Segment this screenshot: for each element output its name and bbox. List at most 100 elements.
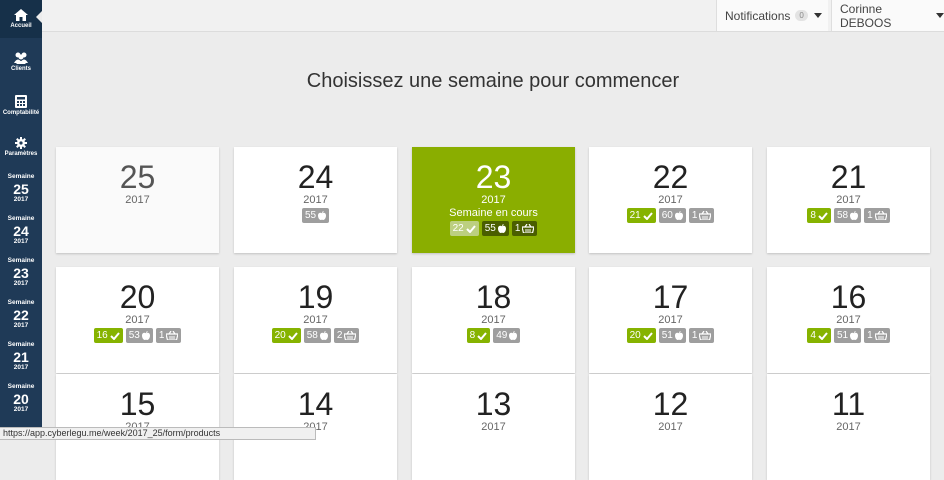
- week-badges: 22 55 1: [412, 221, 575, 236]
- week-card-16[interactable]: 16 2017 4 51 1: [767, 267, 930, 373]
- check-icon: [643, 211, 653, 220]
- baskets-badge: 1: [864, 208, 890, 223]
- sidebar-item-parametres[interactable]: Paramètres: [0, 137, 42, 157]
- basket-icon: [699, 211, 712, 220]
- baskets-badge-count: 1: [514, 223, 521, 234]
- sidebar-item-label: Clients: [10, 66, 31, 72]
- week-year: 2017: [836, 194, 861, 206]
- products-badge: 60: [658, 208, 686, 223]
- products-badge-count: 51: [661, 330, 673, 341]
- week-card-13[interactable]: 13 2017: [412, 374, 575, 480]
- week-year: 2017: [481, 421, 506, 433]
- sidebar-week-22[interactable]: Semaine 22 2017: [0, 299, 42, 329]
- check-icon: [643, 331, 653, 340]
- week-number: 23: [13, 264, 29, 281]
- week-year: 2017: [481, 194, 506, 206]
- week-number: 22: [652, 159, 689, 195]
- week-card-11[interactable]: 11 2017: [767, 374, 930, 480]
- baskets-badge-count: 1: [691, 210, 698, 221]
- sidebar-item-comptabilite[interactable]: Comptabilité: [0, 95, 42, 116]
- baskets-badge-count: 2: [336, 330, 343, 341]
- week-year: 2017: [658, 194, 683, 206]
- week-year: 2017: [13, 195, 29, 203]
- week-card-21[interactable]: 21 2017 8 58 1: [767, 147, 930, 253]
- week-label: Semaine: [7, 383, 35, 390]
- validated-badge: 4: [807, 328, 831, 343]
- basket-icon: [699, 331, 712, 340]
- browser-status-url: https://app.cyberlegu.me/week/2017_25/fo…: [0, 427, 316, 440]
- baskets-badge: 1: [864, 328, 890, 343]
- sidebar-week-21[interactable]: Semaine 21 2017: [0, 341, 42, 371]
- week-year: 2017: [303, 314, 328, 326]
- week-year: 2017: [836, 314, 861, 326]
- sidebar-week-20[interactable]: Semaine 20 2017: [0, 383, 42, 413]
- baskets-badge-count: 1: [867, 330, 873, 341]
- week-number: 14: [297, 386, 334, 422]
- validated-badge-count: 16: [96, 330, 108, 341]
- apple-icon: [850, 211, 859, 220]
- week-year: 2017: [125, 314, 150, 326]
- basket-icon: [874, 211, 887, 220]
- notifications-dropdown[interactable]: Notifications 0: [716, 0, 828, 31]
- basket-icon: [874, 331, 887, 340]
- sidebar-item-clients[interactable]: Clients: [0, 52, 42, 72]
- week-badges: 20 51 1: [589, 328, 752, 343]
- validated-badge-count: 20: [629, 330, 641, 341]
- week-card-17[interactable]: 17 2017 20 51 1: [589, 267, 752, 373]
- week-number: 25: [119, 159, 156, 195]
- check-icon: [288, 331, 298, 340]
- sidebar-item-accueil[interactable]: Accueil: [0, 0, 42, 38]
- week-card-20[interactable]: 20 2017 16 53 1: [56, 267, 219, 373]
- products-badge: 49: [493, 328, 521, 343]
- week-year: 2017: [13, 405, 29, 413]
- basket-icon: [522, 224, 535, 233]
- apple-icon: [497, 224, 506, 233]
- validated-badge: 20: [626, 328, 656, 343]
- week-number: 20: [119, 279, 156, 315]
- week-card-25[interactable]: 25 2017: [56, 147, 219, 253]
- products-badge-count: 53: [128, 330, 140, 341]
- validated-badge: 16: [93, 328, 123, 343]
- products-badge: 51: [833, 328, 862, 343]
- week-card-22[interactable]: 22 2017 21 60 1: [589, 147, 752, 253]
- week-number: 12: [652, 386, 689, 422]
- week-year: 2017: [836, 421, 861, 433]
- week-number: 16: [830, 279, 867, 315]
- notifications-label: Notifications: [725, 8, 791, 23]
- products-badge-count: 55: [304, 210, 317, 221]
- current-week-label: Semaine en cours: [449, 207, 538, 219]
- sidebar: Accueil Clients Comptabilité Paramètres …: [0, 0, 42, 440]
- week-card-24[interactable]: 24 2017 55: [234, 147, 397, 253]
- page-title: Choisissez une semaine pour commencer: [306, 70, 680, 92]
- baskets-badge-count: 1: [158, 330, 165, 341]
- products-badge: 55: [481, 221, 509, 236]
- products-badge: 51: [658, 328, 686, 343]
- user-menu-dropdown[interactable]: Corinne DEBOOS: [831, 0, 944, 31]
- week-number: 25: [13, 180, 29, 197]
- week-badges: 21 60 1: [589, 208, 752, 223]
- sidebar-week-23[interactable]: Semaine 23 2017: [0, 257, 42, 287]
- week-number: 17: [652, 279, 689, 315]
- week-card-12[interactable]: 12 2017: [589, 374, 752, 480]
- week-card-19[interactable]: 19 2017 20 58 2: [234, 267, 397, 373]
- week-card-23[interactable]: 23 2017 Semaine en cours 22 55 1: [412, 147, 575, 253]
- week-year: 2017: [13, 321, 29, 329]
- sidebar-week-25[interactable]: Semaine 25 2017: [0, 173, 42, 203]
- week-year: 2017: [13, 363, 29, 371]
- products-badge: 55: [301, 208, 330, 223]
- products-badge-count: 60: [661, 210, 673, 221]
- baskets-badge-count: 1: [691, 330, 698, 341]
- baskets-badge-count: 1: [867, 210, 873, 221]
- basket-icon: [344, 331, 357, 340]
- gear-icon: [15, 137, 27, 149]
- week-number: 18: [475, 279, 512, 315]
- sidebar-week-24[interactable]: Semaine 24 2017: [0, 215, 42, 245]
- week-label: Semaine: [7, 215, 35, 222]
- apple-icon: [850, 331, 859, 340]
- week-card-18[interactable]: 18 2017 8 49: [412, 267, 575, 373]
- top-bar: Notifications 0 Corinne DEBOOS: [42, 0, 944, 32]
- sidebar-item-label: Comptabilité: [2, 110, 40, 116]
- user-name: Corinne DEBOOS: [840, 1, 892, 30]
- baskets-badge: 1: [688, 208, 715, 223]
- calculator-icon: [15, 95, 27, 108]
